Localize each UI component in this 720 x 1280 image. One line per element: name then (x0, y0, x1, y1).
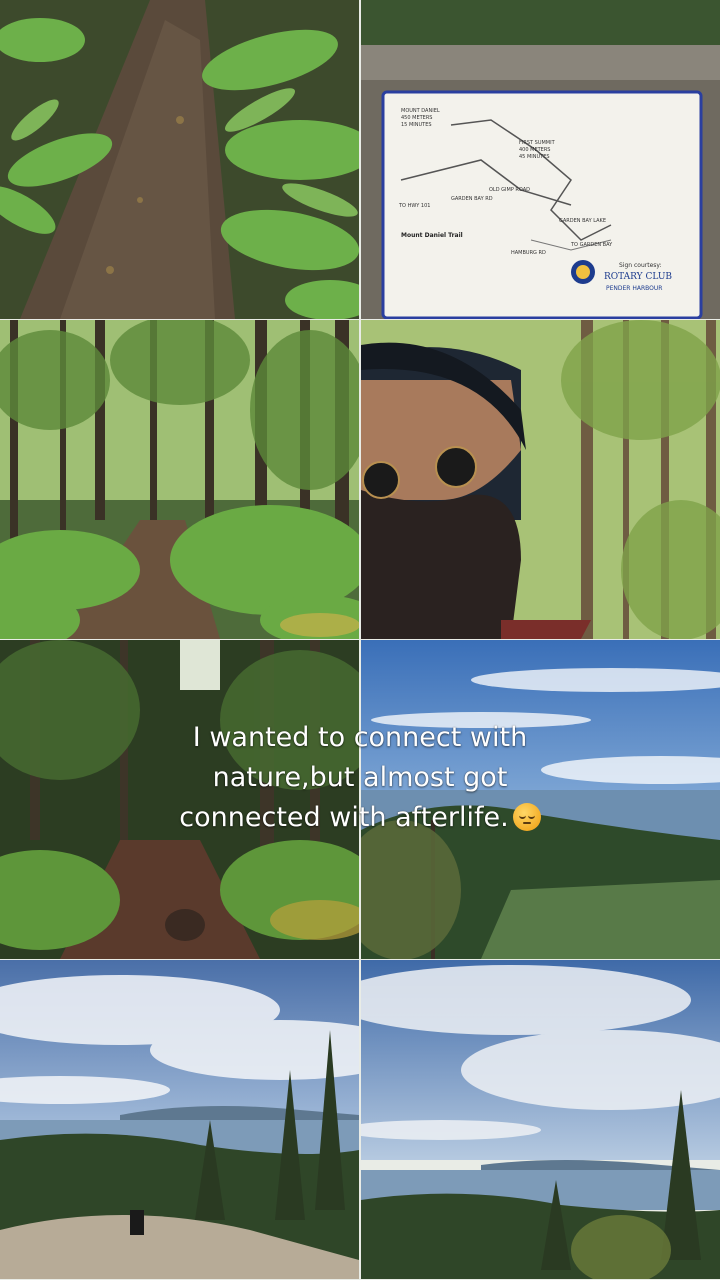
sign-label-minutes: 15 MINUTES (401, 122, 432, 128)
sign-label-garden-bay-lake: GARDEN BAY LAKE (559, 218, 606, 224)
sign-label-to-hwy: TO HWY 101 (399, 203, 431, 209)
sign-courtesy: Sign courtesy: (619, 262, 662, 269)
photo-forest-trail (0, 320, 359, 639)
photo-selfie (361, 320, 720, 639)
caption-line-1: I wanted to connect with (192, 722, 528, 753)
sign-label-hamburg-rd: HAMBURG RD (511, 250, 546, 256)
sign-label-to-garden-bay: TO GARDEN BAY (571, 242, 613, 248)
sign-label-mount-daniel: MOUNT DANIEL (401, 108, 440, 114)
sign-label-first-summit-meters: 400 METERS (519, 147, 551, 153)
photo-summit-panorama (0, 960, 359, 1279)
photo-trail-ferns (0, 0, 359, 319)
sign-label-meters: 450 METERS (401, 115, 433, 121)
sign-label-garden-bay-rd: GARDEN BAY RD (451, 196, 493, 202)
pensive-face-emoji-icon (512, 803, 541, 831)
sign-label-first-summit: FIRST SUMMIT (519, 140, 555, 146)
sign-label-old-gimp-road: OLD GIMP ROAD (489, 187, 531, 193)
photo-collage: MOUNT DANIEL 450 METERS 15 MINUTES FIRST… (0, 0, 720, 1280)
sign-club: ROTARY CLUB (604, 272, 673, 282)
caption-line-2: nature,but almost got (212, 762, 508, 793)
photo-summit-panorama-2 (361, 960, 720, 1279)
photo-trail-sign: MOUNT DANIEL 450 METERS 15 MINUTES FIRST… (361, 0, 720, 319)
caption-line-3-wrap: connected with afterlife. (0, 798, 720, 838)
sign-club-place: PENDER HARBOUR (606, 285, 663, 292)
caption-overlay: I wanted to connect with nature,but almo… (0, 718, 720, 838)
sign-title: Mount Daniel Trail (401, 232, 463, 239)
caption-line-3: connected with afterlife. (179, 802, 509, 833)
sign-label-45-minutes: 45 MINUTES (519, 154, 550, 160)
